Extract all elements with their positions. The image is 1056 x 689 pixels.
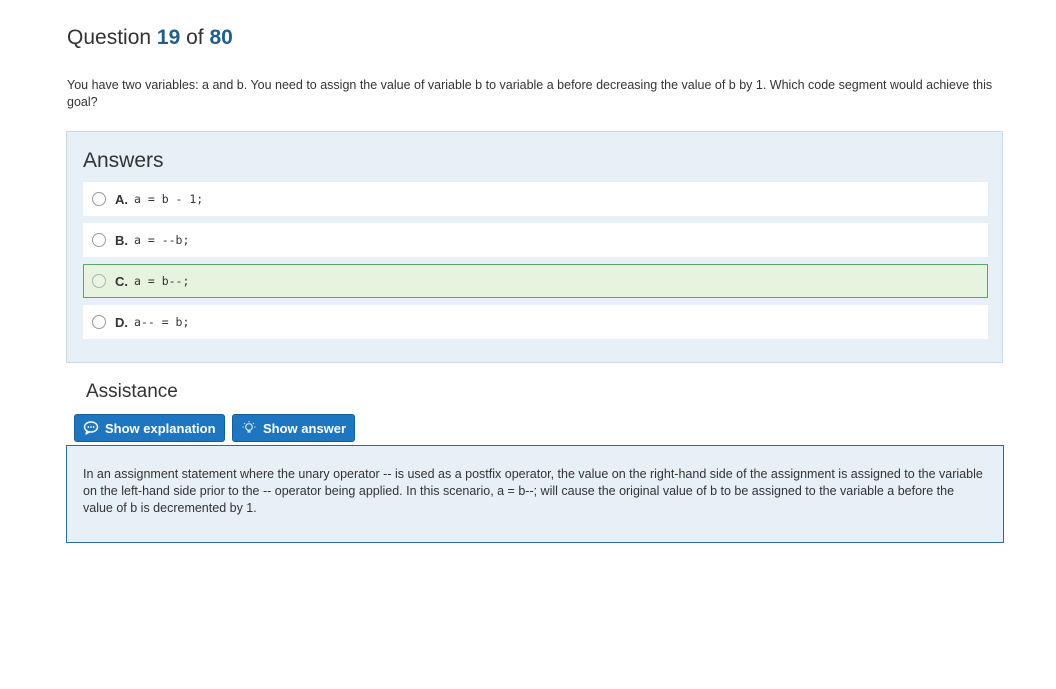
option-letter: B. [115, 232, 128, 248]
option-letter: C. [115, 273, 128, 289]
answer-option-c[interactable]: C. a = b--; [83, 264, 988, 298]
show-answer-button[interactable]: Show answer [232, 414, 356, 442]
option-code: a = b - 1; [134, 192, 204, 206]
question-header: Question 19 of 80 [67, 26, 233, 50]
option-letter: A. [115, 191, 128, 207]
answer-option-b[interactable]: B. a = --b; [83, 223, 988, 257]
explanation-text: In an assignment statement where the una… [83, 467, 983, 515]
answers-title: Answers [83, 149, 164, 172]
answer-option-a[interactable]: A. a = b - 1; [83, 182, 988, 216]
show-explanation-button[interactable]: Show explanation [74, 414, 225, 442]
radio-button[interactable] [92, 233, 106, 247]
answers-panel: Answers A. a = b - 1; B. a = --b; C. a =… [66, 131, 1003, 363]
answer-option-d[interactable]: D. a-- = b; [83, 305, 988, 339]
explanation-box: In an assignment statement where the una… [66, 445, 1004, 543]
speech-bubble-icon [83, 421, 99, 435]
lightbulb-icon [241, 420, 257, 436]
radio-button[interactable] [92, 274, 106, 288]
question-total: 80 [209, 26, 233, 49]
radio-button[interactable] [92, 315, 106, 329]
question-prefix: Question [67, 26, 152, 49]
option-code: a = --b; [134, 233, 190, 247]
option-letter: D. [115, 314, 128, 330]
question-of: of [186, 26, 204, 49]
option-code: a-- = b; [134, 315, 190, 329]
show-explanation-label: Show explanation [105, 420, 216, 436]
show-answer-label: Show answer [263, 420, 347, 436]
option-code: a = b--; [134, 274, 190, 288]
radio-button[interactable] [92, 192, 106, 206]
question-number: 19 [156, 26, 181, 49]
question-text: You have two variables: a and b. You nee… [67, 78, 993, 109]
assistance-title: Assistance [86, 381, 178, 402]
